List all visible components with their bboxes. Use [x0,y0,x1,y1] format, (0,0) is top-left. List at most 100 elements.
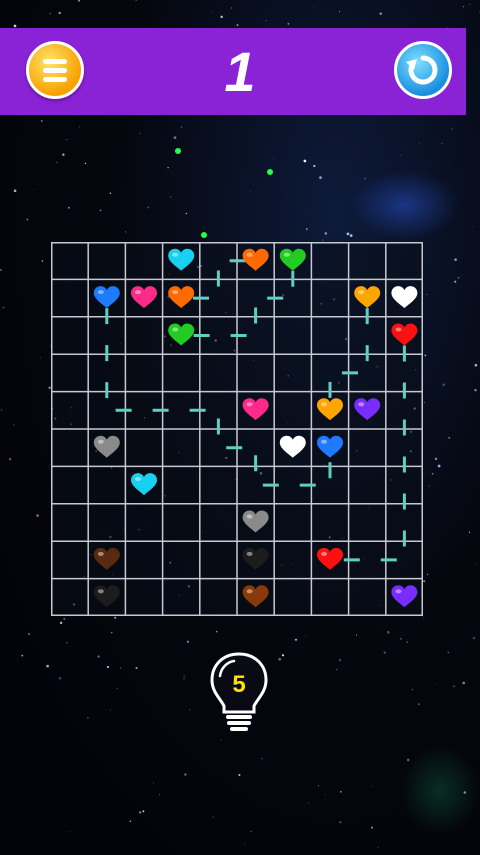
star [170,196,172,198]
star [114,616,117,619]
star [212,816,214,818]
star [423,580,426,583]
star [425,293,427,296]
restart-button[interactable] [394,41,452,99]
nebula-decoration [400,745,480,835]
star [58,11,61,15]
star [58,676,62,680]
star [431,472,434,475]
star [230,7,232,9]
star [33,189,35,191]
star [87,717,89,719]
star [142,810,145,813]
star [418,703,420,705]
star [99,209,102,212]
star [97,655,100,658]
star [13,189,17,193]
star [135,666,138,670]
star [183,675,185,677]
star [220,739,222,741]
hint-count: 5 [232,671,245,698]
star [308,802,310,804]
star [129,820,132,823]
menu-button[interactable] [26,41,84,99]
star [250,830,252,833]
star [441,142,443,144]
star [406,641,409,644]
star [41,120,43,122]
star [346,232,350,236]
star [318,785,320,787]
star [324,794,326,796]
star [116,688,118,689]
menu-icon [43,59,67,64]
star [261,758,263,760]
level-number: 1 [224,40,256,103]
star [249,190,251,192]
star [46,664,49,668]
star [454,258,457,261]
star [265,19,267,22]
star [106,665,109,669]
nebula-decoration [350,170,460,240]
star [462,681,466,685]
star [453,685,455,687]
star [0,409,3,411]
star [434,684,436,685]
menu-icon [43,77,67,82]
star [338,658,342,662]
star [167,166,169,169]
star [471,225,473,227]
star [294,638,298,641]
star [184,773,187,776]
star [324,232,327,235]
star [303,159,307,163]
hint-button[interactable]: 5 [206,650,272,734]
star [40,357,41,359]
star [62,153,65,156]
star [67,206,70,209]
star [338,10,341,13]
star [454,280,457,283]
star [457,277,460,279]
star [78,0,80,2]
star [8,457,12,461]
star [462,5,465,8]
star [305,635,307,637]
star [474,363,478,367]
star [313,164,316,168]
star [0,269,2,271]
game-board[interactable] [51,242,423,616]
star [434,457,438,461]
star [474,388,477,392]
star [220,15,223,19]
glow-star [267,169,273,175]
star [173,136,177,140]
star [469,3,471,5]
star [355,634,358,636]
star [120,667,122,669]
glow-star [175,148,181,154]
star [189,709,191,711]
star [451,128,453,130]
star [152,782,155,784]
star [2,306,5,309]
star [447,651,450,654]
star [21,654,24,657]
star [313,6,315,7]
star [448,436,451,439]
star [371,826,373,829]
star [322,239,323,241]
star [216,631,218,633]
star [244,844,245,846]
star [287,22,290,25]
star [423,616,424,618]
star [437,464,441,468]
star [281,654,285,657]
star [139,811,142,814]
star [147,206,150,209]
star [109,192,112,194]
star [424,354,427,357]
star [474,562,476,564]
star [36,514,39,517]
